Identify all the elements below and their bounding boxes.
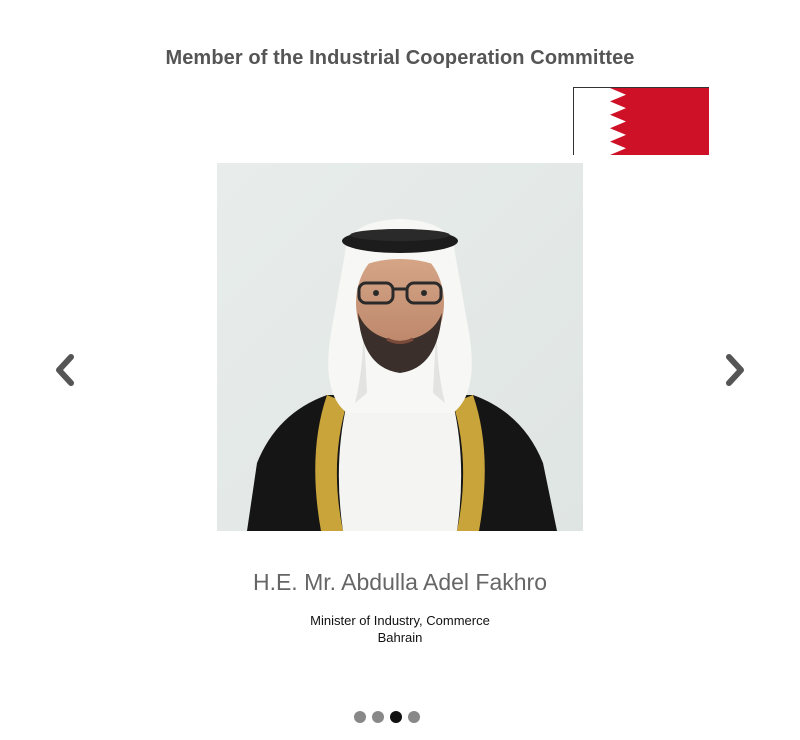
pagination-dot[interactable] (372, 711, 384, 723)
carousel-pagination (354, 711, 420, 723)
pagination-dot[interactable] (408, 711, 420, 723)
member-name: H.E. Mr. Abdulla Adel Fakhro (252, 569, 548, 595)
next-slide-button[interactable] (720, 353, 750, 392)
previous-slide-button[interactable] (50, 353, 80, 392)
member-portrait (217, 163, 583, 531)
chevron-left-icon (53, 353, 77, 392)
bahrain-flag-icon (573, 87, 709, 155)
member-title: Minister of Industry, Commerce (310, 613, 490, 628)
member-role: Minister of Industry, Commerce Bahrain (0, 612, 800, 646)
pagination-dot-active[interactable] (390, 711, 402, 723)
member-country: Bahrain (377, 630, 423, 645)
section-heading: Member of the Industrial Cooperation Com… (165, 47, 635, 69)
chevron-right-icon (723, 353, 747, 392)
pagination-dot[interactable] (354, 711, 366, 723)
